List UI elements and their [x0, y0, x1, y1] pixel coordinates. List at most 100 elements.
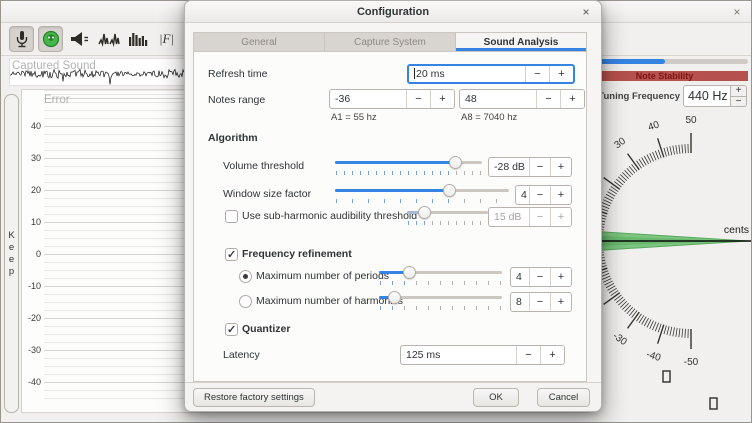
error-axis-tick: -30: [24, 345, 41, 355]
dialog-close-button[interactable]: ×: [578, 4, 594, 20]
tab-bar: General Capture System Sound Analysis: [194, 33, 586, 52]
slider-ticks: [380, 281, 501, 285]
tab-label: Sound Analysis: [484, 37, 559, 48]
window-close-button[interactable]: ×: [729, 4, 745, 20]
window-size-factor-value[interactable]: 4: [516, 186, 529, 204]
latency-spinbox: 125 ms − +: [400, 345, 565, 365]
window-size-factor-spinbox: 4 − +: [515, 185, 572, 205]
notes-min-decrement-button[interactable]: −: [406, 90, 430, 108]
slider-ticks: [336, 199, 508, 203]
restore-factory-settings-button[interactable]: Restore factory settings: [193, 388, 315, 407]
notes-range-max-value[interactable]: 48: [460, 90, 536, 108]
volume-threshold-slider[interactable]: [335, 155, 482, 175]
tuning-frequency-increase-button[interactable]: +: [731, 85, 747, 96]
waveform-icon: [98, 31, 120, 47]
max-harmonics-increment-button[interactable]: +: [550, 293, 571, 311]
notes-range-min-value[interactable]: -36: [330, 90, 406, 108]
subharmonic-label[interactable]: Use sub-harmonic audibility threshold: [242, 210, 417, 222]
fft-icon: |F|: [159, 31, 174, 47]
error-axis-tick: 0: [24, 249, 41, 259]
window-size-increment-button[interactable]: +: [550, 186, 571, 204]
tuning-frequency-value[interactable]: 440 Hz: [683, 85, 731, 107]
frequency-refinement-checkbox[interactable]: [225, 248, 238, 261]
keep-button[interactable]: Keep: [4, 94, 19, 413]
slider-ticks: [408, 221, 487, 225]
max-periods-radio[interactable]: [239, 270, 252, 283]
dialog-action-area: Restore factory settings OK Cancel: [185, 382, 601, 411]
slider-ticks: [380, 306, 501, 310]
text-caret: [414, 68, 415, 79]
svg-text:-50: -50: [684, 357, 699, 368]
error-panel-label: Error: [44, 94, 70, 106]
slider-thumb[interactable]: [403, 266, 416, 279]
speaker-button[interactable]: [67, 26, 92, 52]
error-axis-tick: -20: [24, 313, 41, 323]
ok-button[interactable]: OK: [473, 388, 519, 407]
notes-min-increment-button[interactable]: +: [430, 90, 454, 108]
refresh-time-increment-button[interactable]: +: [549, 66, 573, 82]
latency-decrement-button[interactable]: −: [516, 346, 540, 364]
refresh-time-decrement-button[interactable]: −: [525, 66, 549, 82]
window-size-factor-slider[interactable]: [335, 183, 509, 203]
sound-analysis-tab-content: Refresh time 20 ms − + Notes range -36 −…: [195, 53, 585, 380]
max-periods-decrement-button[interactable]: −: [529, 268, 550, 286]
latency-label: Latency: [223, 349, 260, 361]
max-harmonics-spinbox: 8 − +: [510, 292, 572, 312]
frequency-refinement-label[interactable]: Frequency refinement: [242, 248, 352, 260]
max-periods-label[interactable]: Maximum number of periods: [256, 270, 389, 282]
volume-threshold-decrement-button[interactable]: −: [529, 158, 550, 176]
notes-max-increment-button[interactable]: +: [560, 90, 584, 108]
algorithm-heading: Algorithm: [208, 132, 258, 144]
dial-unit-label: cents: [724, 224, 749, 236]
slider-thumb: [418, 206, 431, 219]
quantizer-checkbox[interactable]: [225, 323, 238, 336]
error-axis-tick: -10: [24, 281, 41, 291]
microphone-button[interactable]: [9, 26, 34, 52]
svg-text:40: 40: [647, 119, 661, 133]
subharmonic-decrement-button: −: [529, 208, 550, 226]
waveform-view-button[interactable]: [96, 26, 121, 52]
max-periods-increment-button[interactable]: +: [550, 268, 571, 286]
note-stability-label: Note Stability: [636, 71, 694, 81]
subharmonic-checkbox[interactable]: [225, 210, 238, 223]
max-harmonics-radio[interactable]: [239, 295, 252, 308]
volume-threshold-increment-button[interactable]: +: [550, 158, 571, 176]
max-periods-value[interactable]: 4: [511, 268, 529, 286]
window-size-decrement-button[interactable]: −: [529, 186, 550, 204]
max-harmonics-slider[interactable]: [379, 290, 502, 310]
slider-thumb[interactable]: [443, 184, 456, 197]
configuration-dialog: Configuration × General Capture System Sou…: [184, 0, 602, 412]
latency-increment-button[interactable]: +: [540, 346, 564, 364]
tab-general[interactable]: General: [194, 33, 325, 51]
tab-capture-system[interactable]: Capture System: [325, 33, 456, 51]
volume-threshold-value[interactable]: -28 dB: [489, 158, 529, 176]
captured-sound-label: Captured Sound: [12, 60, 96, 72]
cancel-button[interactable]: Cancel: [537, 388, 590, 407]
dialog-titlebar: Configuration ×: [185, 1, 601, 23]
missing-glyph-box: [710, 398, 717, 409]
microphone-icon: [14, 30, 30, 48]
quantizer-label[interactable]: Quantizer: [242, 323, 290, 335]
fft-view-button[interactable]: |F|: [154, 26, 179, 52]
notes-min-hint: A1 = 55 hz: [331, 112, 377, 123]
latency-value[interactable]: 125 ms: [401, 346, 516, 364]
tab-label: Capture System: [354, 37, 426, 48]
error-axis-tick: 40: [24, 121, 41, 131]
subharmonic-spinbox: 15 dB − +: [488, 207, 572, 227]
refresh-time-spinbox: 20 ms − +: [407, 64, 575, 84]
histogram-icon: [128, 31, 148, 47]
max-periods-slider[interactable]: [379, 265, 502, 285]
error-axis-tick: 30: [24, 153, 41, 163]
subharmonic-increment-button: +: [550, 208, 571, 226]
notes-max-decrement-button[interactable]: −: [536, 90, 560, 108]
tuner-toggle-button[interactable]: [38, 26, 63, 52]
slider-thumb[interactable]: [388, 291, 401, 304]
notes-max-hint: A8 = 7040 hz: [461, 112, 517, 123]
max-harmonics-value[interactable]: 8: [511, 293, 529, 311]
slider-thumb[interactable]: [449, 156, 462, 169]
tuning-frequency-decrease-button[interactable]: −: [731, 96, 747, 108]
max-harmonics-decrement-button[interactable]: −: [529, 293, 550, 311]
refresh-time-value[interactable]: 20 ms: [409, 66, 525, 82]
tab-sound-analysis[interactable]: Sound Analysis: [456, 33, 586, 51]
histogram-view-button[interactable]: [125, 26, 150, 52]
